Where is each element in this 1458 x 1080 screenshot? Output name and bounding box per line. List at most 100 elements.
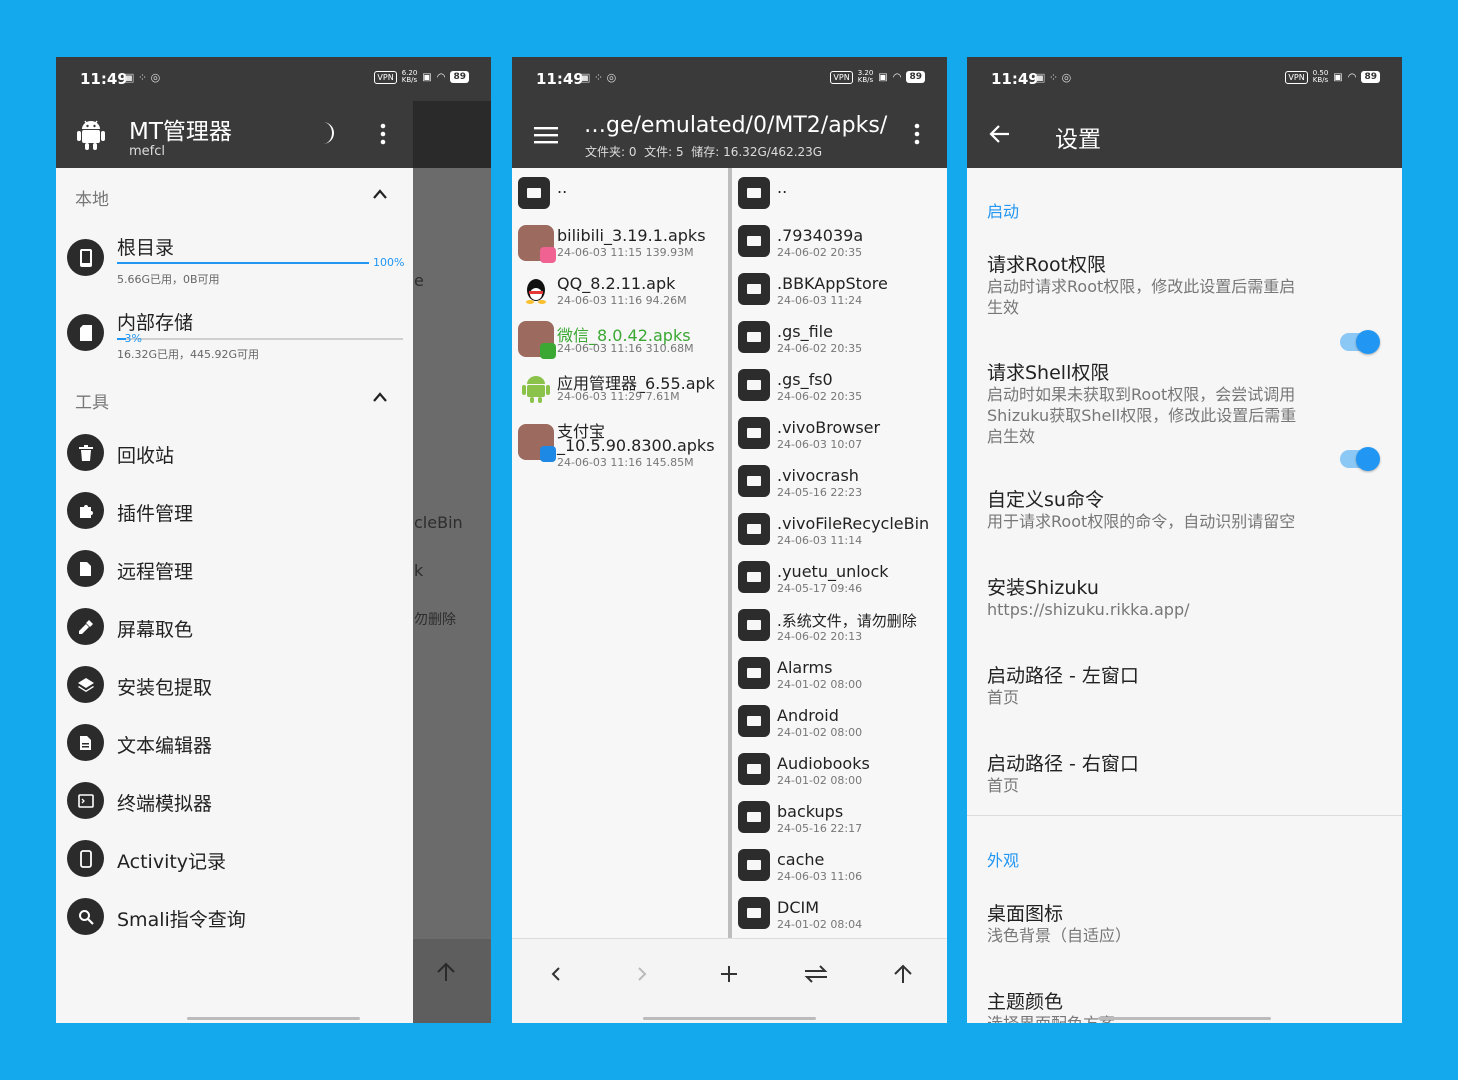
file-row[interactable]: QQ_8.2.11.apk 24-06-03 11:16 94.26M bbox=[512, 270, 728, 318]
folder-icon bbox=[738, 849, 774, 885]
setting-title: 自定义su命令 bbox=[987, 489, 1104, 511]
folder-row[interactable]: .BBKAppStore 24-06-03 11:24 bbox=[732, 270, 947, 318]
folder-icon bbox=[518, 177, 554, 213]
folder-row[interactable]: cache 24-06-03 11:06 bbox=[732, 846, 947, 894]
folder-row[interactable]: .gs_file 24-06-02 20:35 bbox=[732, 318, 947, 366]
file-name: .系统文件，请勿删除 bbox=[777, 612, 917, 630]
storage-usage-fill bbox=[117, 262, 369, 264]
scrim-appbar bbox=[413, 101, 491, 168]
setting-title: 请求Shell权限 bbox=[987, 362, 1110, 384]
folder-row[interactable]: backups 24-05-16 22:17 bbox=[732, 798, 947, 846]
folder-row[interactable]: .vivoFileRecycleBin 24-06-03 11:14 bbox=[732, 510, 947, 558]
up-arrow-icon[interactable] bbox=[435, 961, 457, 983]
behind-text: k bbox=[414, 561, 424, 580]
setting-title: 桌面图标 bbox=[987, 903, 1064, 925]
status-time: 11:49 bbox=[80, 70, 128, 88]
menu-icon[interactable] bbox=[534, 126, 558, 144]
status-right: VPN 3.20 KB/s ▣ ◠ 89 bbox=[830, 70, 925, 84]
search-icon bbox=[67, 898, 104, 935]
current-path[interactable]: …ge/emulated/0/MT2/apks/ bbox=[584, 113, 887, 138]
file-name: Alarms bbox=[777, 658, 833, 677]
more-options-icon[interactable] bbox=[380, 123, 386, 145]
app-title: MT管理器 bbox=[129, 119, 232, 145]
battery-icon: 89 bbox=[1361, 71, 1380, 83]
file-row[interactable]: bilibili_3.19.1.apks 24-06-03 11:15 139.… bbox=[512, 222, 728, 270]
chevron-up-icon[interactable] bbox=[372, 188, 388, 200]
file-meta: 24-05-16 22:17 bbox=[777, 822, 863, 835]
file-name: .gs_file bbox=[777, 322, 833, 341]
file-row[interactable]: 支付宝 _10.5.90.8300.apks 24-06-03 11:16 14… bbox=[512, 414, 728, 474]
file-name: Android bbox=[777, 706, 839, 725]
text-document-icon bbox=[67, 724, 104, 761]
swap-icon bbox=[804, 965, 828, 983]
file-row[interactable]: 应用管理器_6.55.apk 24-06-03 11:29 7.61M bbox=[512, 366, 728, 414]
folder-icon bbox=[738, 897, 774, 933]
root-toggle[interactable] bbox=[1340, 330, 1380, 354]
chevron-up-icon[interactable] bbox=[372, 391, 388, 403]
folder-row[interactable]: Alarms 24-01-02 08:00 bbox=[732, 654, 947, 702]
file-row-selected[interactable]: 微信_8.0.42.apks 24-06-03 11:16 310.68M bbox=[512, 318, 728, 366]
document-icon bbox=[67, 550, 104, 587]
folder-row[interactable]: .. bbox=[732, 174, 947, 222]
more-options-icon[interactable] bbox=[914, 123, 920, 145]
folder-icon bbox=[738, 225, 774, 261]
page-title: 设置 bbox=[1055, 127, 1101, 153]
drawer-scrim[interactable] bbox=[413, 101, 491, 1023]
vpn-icon: VPN bbox=[1285, 70, 1308, 84]
folder-icon bbox=[738, 753, 774, 789]
storage-usage-bar bbox=[117, 262, 369, 264]
setting-summary: 启动时请求Root权限，修改此设置后需重启生效 bbox=[987, 277, 1296, 317]
folder-icon bbox=[738, 465, 774, 501]
folder-row[interactable]: .vivoBrowser 24-06-03 10:07 bbox=[732, 414, 947, 462]
folder-row[interactable]: .7934039a 24-06-02 20:35 bbox=[732, 222, 947, 270]
back-arrow-icon[interactable] bbox=[989, 124, 1011, 144]
file-meta: 24-06-02 20:35 bbox=[777, 246, 863, 259]
forward-button[interactable] bbox=[627, 959, 657, 989]
up-arrow-icon bbox=[894, 964, 912, 983]
folder-row[interactable]: .vivocrash 24-05-16 22:23 bbox=[732, 462, 947, 510]
file-meta: 24-06-03 11:16 94.26M bbox=[557, 294, 687, 307]
shell-toggle[interactable] bbox=[1340, 447, 1380, 471]
phone-storage-icon bbox=[67, 239, 104, 276]
gesture-handle bbox=[1098, 1017, 1271, 1020]
left-file-pane: .. bilibili_3.19.1.apks 24-06-03 11:15 1… bbox=[512, 168, 728, 939]
add-button[interactable] bbox=[714, 959, 744, 989]
file-meta: 24-06-03 11:24 bbox=[777, 294, 863, 307]
folder-row[interactable]: DCIM 24-01-02 08:04 bbox=[732, 894, 947, 942]
behind-text: e bbox=[414, 271, 424, 290]
folder-row[interactable]: .yuetu_unlock 24-05-17 09:46 bbox=[732, 558, 947, 606]
file-name: QQ_8.2.11.apk bbox=[557, 274, 676, 293]
file-name: .. bbox=[777, 178, 788, 197]
folder-icon bbox=[738, 513, 774, 549]
file-meta: 24-01-02 08:00 bbox=[777, 726, 863, 739]
puzzle-icon bbox=[67, 492, 104, 529]
setting-title: 安装Shizuku bbox=[987, 577, 1099, 599]
behind-text: 勿删除 bbox=[414, 612, 456, 628]
swap-panes-button[interactable] bbox=[801, 959, 831, 989]
night-mode-icon[interactable] bbox=[314, 120, 338, 146]
folder-row[interactable]: Audiobooks 24-01-02 08:00 bbox=[732, 750, 947, 798]
notification-icons: ▣ ⁘ ◎ bbox=[580, 71, 617, 84]
folder-row[interactable]: Android 24-01-02 08:00 bbox=[732, 702, 947, 750]
file-name: bilibili_3.19.1.apks bbox=[557, 226, 706, 245]
storage-usage-text: 5.66G已用，0B可用 bbox=[117, 273, 220, 286]
phone-icon bbox=[67, 840, 104, 877]
file-meta: 24-06-03 11:29 7.61M bbox=[557, 390, 680, 403]
file-meta: 24-01-02 08:00 bbox=[777, 774, 863, 787]
file-name: .BBKAppStore bbox=[777, 274, 888, 293]
file-name: backups bbox=[777, 802, 844, 821]
back-button[interactable] bbox=[541, 959, 571, 989]
file-meta: 24-06-02 20:35 bbox=[777, 342, 863, 355]
folder-row[interactable]: .系统文件，请勿删除 24-06-02 20:13 bbox=[732, 606, 947, 654]
tool-label: Activity记录 bbox=[117, 851, 227, 873]
file-row[interactable]: .. bbox=[512, 174, 728, 222]
setting-title: 启动路径 - 左窗口 bbox=[987, 665, 1139, 687]
chevron-left-icon bbox=[551, 967, 560, 981]
parent-dir-button[interactable] bbox=[888, 959, 918, 989]
net-speed: 6.20 KB/s bbox=[401, 69, 418, 84]
setting-title: 主题颜色 bbox=[987, 991, 1064, 1013]
folder-row[interactable]: .gs_fs0 24-06-02 20:35 bbox=[732, 366, 947, 414]
file-meta: 24-06-03 10:07 bbox=[777, 438, 863, 451]
section-header-tools: 工具 bbox=[75, 393, 109, 413]
file-meta: 24-06-02 20:13 bbox=[777, 630, 863, 643]
